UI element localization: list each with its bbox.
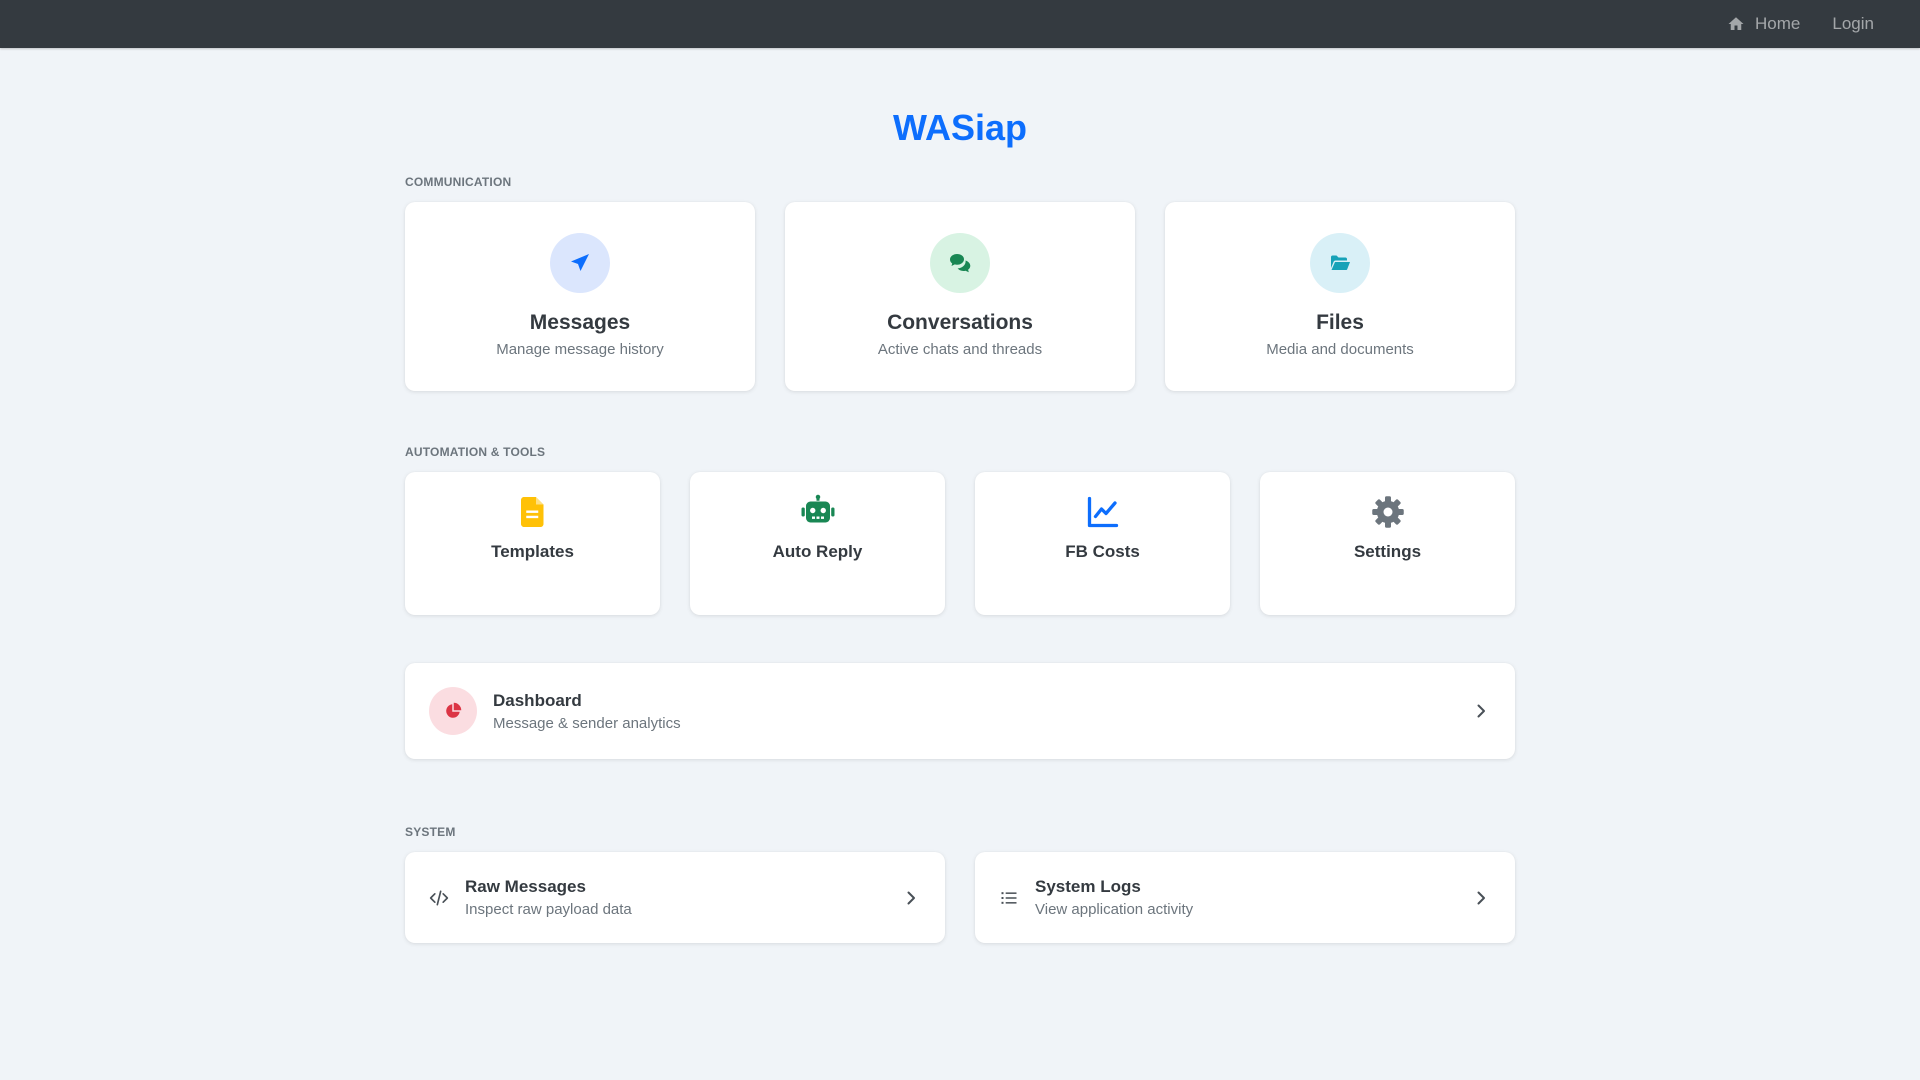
files-title: Files	[1316, 311, 1364, 334]
raw-messages-title: Raw Messages	[465, 877, 586, 896]
messages-subtitle: Manage message history	[496, 341, 664, 358]
conversations-subtitle: Active chats and threads	[877, 341, 1043, 358]
system-grid: Raw Messages Inspect raw payload data Sy…	[405, 852, 1515, 943]
document-icon	[520, 497, 543, 527]
nav-home-label: Home	[1755, 14, 1801, 33]
folder-open-icon	[1331, 255, 1350, 270]
code-icon	[429, 890, 449, 905]
auto-reply-title: Auto Reply	[772, 542, 863, 561]
main-content: WASiap COMMUNICATION Messages Manage mes…	[405, 48, 1515, 943]
raw-messages-text: Raw Messages Inspect raw payload data	[465, 877, 903, 918]
paper-plane-icon	[571, 254, 589, 271]
chevron-right-icon	[907, 891, 915, 904]
pie-chart-icon	[446, 702, 462, 718]
conversations-icon-circle	[930, 233, 990, 293]
fb-costs-title: FB Costs	[1065, 542, 1140, 561]
auto-reply-card[interactable]: Auto Reply	[690, 472, 945, 615]
templates-title: Templates	[491, 542, 574, 561]
fb-costs-card[interactable]: FB Costs	[975, 472, 1230, 615]
robot-icon	[801, 494, 834, 523]
chevron-right-icon	[1477, 891, 1485, 904]
nav-home-link[interactable]: Home	[1727, 14, 1800, 34]
section-label-communication: COMMUNICATION	[405, 175, 512, 189]
conversations-title: Conversations	[887, 311, 1033, 334]
gear-icon	[1371, 496, 1404, 528]
line-chart-icon	[1087, 496, 1118, 528]
system-logs-text: System Logs View application activity	[1035, 877, 1473, 918]
dashboard-subtitle: Message & sender analytics	[493, 714, 681, 732]
dashboard-text: Dashboard Message & sender analytics	[493, 691, 1473, 732]
communication-grid: Messages Manage message history Conversa…	[405, 202, 1515, 391]
tools-grid: Templates Auto Reply FB Costs Settings	[405, 472, 1515, 615]
section-label-system: SYSTEM	[405, 825, 456, 839]
messages-icon-circle	[550, 233, 610, 293]
conversations-card[interactable]: Conversations Active chats and threads	[785, 202, 1135, 391]
dashboard-card[interactable]: Dashboard Message & sender analytics	[405, 663, 1515, 759]
system-logs-subtitle: View application activity	[1035, 901, 1194, 918]
files-card[interactable]: Files Media and documents	[1165, 202, 1515, 391]
settings-card[interactable]: Settings	[1260, 472, 1515, 615]
app-title: WASiap	[892, 107, 1027, 148]
list-icon	[1001, 891, 1017, 904]
system-logs-card[interactable]: System Logs View application activity	[975, 852, 1515, 943]
files-icon-circle	[1310, 233, 1370, 293]
home-icon	[1728, 17, 1744, 30]
dashboard-icon-circle	[429, 687, 477, 735]
system-logs-title: System Logs	[1035, 877, 1141, 896]
files-subtitle: Media and documents	[1266, 341, 1414, 358]
templates-card[interactable]: Templates	[405, 472, 660, 615]
settings-title: Settings	[1353, 542, 1422, 561]
dashboard-title: Dashboard	[493, 690, 582, 710]
raw-messages-subtitle: Inspect raw payload data	[465, 901, 632, 918]
top-navbar: Home Login	[0, 0, 1920, 48]
section-label-automation: AUTOMATION & TOOLS	[405, 445, 546, 459]
chevron-right-icon	[1477, 704, 1485, 718]
chat-bubbles-icon	[950, 254, 971, 273]
nav-login-link[interactable]: Login	[1832, 14, 1874, 34]
messages-card[interactable]: Messages Manage message history	[405, 202, 755, 391]
raw-messages-card[interactable]: Raw Messages Inspect raw payload data	[405, 852, 945, 943]
messages-title: Messages	[529, 311, 631, 334]
